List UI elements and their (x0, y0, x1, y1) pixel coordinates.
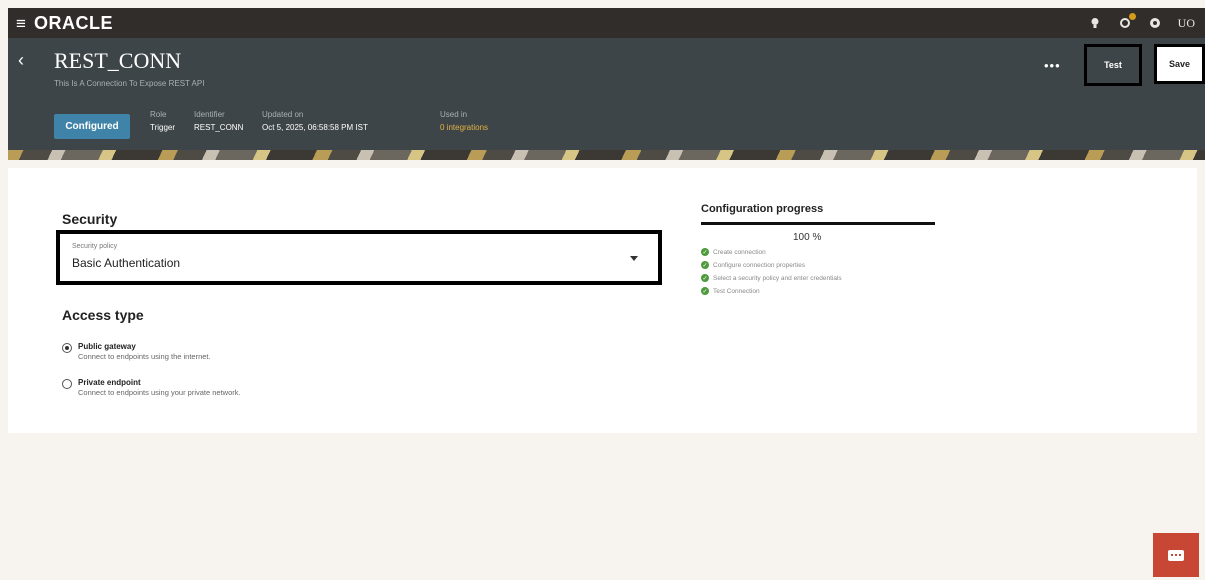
meta-identifier: Identifier REST_CONN (194, 110, 243, 132)
help-icon[interactable] (1148, 16, 1162, 30)
meta-used-in: Used in 0 integrations (440, 110, 488, 132)
progress-step: ✓ Select a security policy and enter cre… (701, 274, 842, 282)
status-badge: Configured (54, 114, 130, 139)
progress-bar-fill (701, 222, 935, 225)
notification-badge (1128, 13, 1136, 20)
chat-button[interactable] (1153, 533, 1199, 577)
progress-steps: ✓ Create connection ✓ Configure connecti… (701, 248, 842, 300)
chat-icon (1168, 549, 1184, 561)
save-button-label: Save (1168, 59, 1191, 69)
meta-label: Role (150, 110, 167, 119)
back-arrow-icon[interactable]: ‹ (18, 50, 34, 71)
radio-button-checked[interactable] (62, 343, 72, 353)
progress-percent: 100 % (793, 232, 822, 243)
connection-header: ‹ REST_CONN This Is A Connection To Expo… (8, 38, 1205, 160)
progress-bar (701, 222, 935, 225)
hamburger-icon[interactable]: ≡ (16, 15, 32, 32)
radio-public-gateway[interactable]: Public gateway Connect to endpoints usin… (62, 342, 211, 361)
progress-step: ✓ Configure connection properties (701, 261, 842, 269)
page-subtitle: This Is A Connection To Expose REST API (54, 79, 205, 88)
check-circle-icon: ✓ (701, 248, 709, 256)
connection-details-card: Security Security policy Basic Authentic… (8, 168, 1197, 433)
test-button[interactable]: Test (1084, 44, 1142, 86)
step-label: Configure connection properties (713, 261, 806, 269)
security-policy-select[interactable]: Security policy Basic Authentication (56, 230, 662, 285)
check-circle-icon: ✓ (701, 261, 709, 269)
user-avatar[interactable]: UO (1178, 16, 1195, 31)
progress-step: ✓ Test Connection (701, 287, 842, 295)
meta-value: Trigger (150, 123, 176, 132)
check-circle-icon: ✓ (701, 287, 709, 295)
radio-description: Connect to endpoints using the internet. (78, 352, 211, 361)
check-circle-icon: ✓ (701, 274, 709, 282)
access-type-heading: Access type (62, 307, 144, 323)
radio-private-endpoint[interactable]: Private endpoint Connect to endpoints us… (62, 378, 241, 397)
meta-label: Used in (440, 110, 468, 119)
save-button[interactable]: Save (1154, 44, 1205, 84)
page-title: REST_CONN (54, 48, 182, 73)
test-button-label: Test (1104, 60, 1122, 70)
global-header: ≡ ORACLE UO (8, 8, 1205, 38)
security-policy-value: Basic Authentication (72, 256, 181, 270)
radio-button-unchecked[interactable] (62, 379, 72, 389)
meta-role: Role Trigger (150, 110, 175, 132)
configuration-progress-heading: Configuration progress (701, 203, 824, 215)
oracle-logo[interactable]: ORACLE (34, 13, 113, 34)
meta-label: Updated on (262, 110, 304, 119)
radio-title: Private endpoint (78, 378, 141, 387)
step-label: Test Connection (713, 287, 760, 295)
progress-step: ✓ Create connection (701, 248, 842, 256)
radio-title: Public gateway (78, 342, 136, 351)
meta-updated-on: Updated on Oct 5, 2025, 06:58:58 PM IST (262, 110, 368, 132)
security-policy-label: Security policy (72, 243, 118, 250)
decorative-banner (8, 150, 1205, 160)
lightbulb-icon[interactable] (1088, 16, 1102, 30)
chevron-down-icon[interactable] (630, 256, 638, 261)
notifications-icon[interactable] (1118, 13, 1136, 30)
step-label: Create connection (713, 248, 766, 256)
meta-value: Oct 5, 2025, 06:58:58 PM IST (262, 123, 368, 132)
radio-description: Connect to endpoints using your private … (78, 388, 241, 397)
header-actions: UO (1088, 8, 1195, 38)
used-in-link[interactable]: 0 integrations (440, 123, 488, 132)
meta-label: Identifier (194, 110, 225, 119)
step-label: Select a security policy and enter crede… (713, 274, 842, 282)
security-heading: Security (62, 211, 118, 227)
more-actions-button[interactable]: ••• (1044, 58, 1061, 73)
meta-value: REST_CONN (194, 123, 244, 132)
